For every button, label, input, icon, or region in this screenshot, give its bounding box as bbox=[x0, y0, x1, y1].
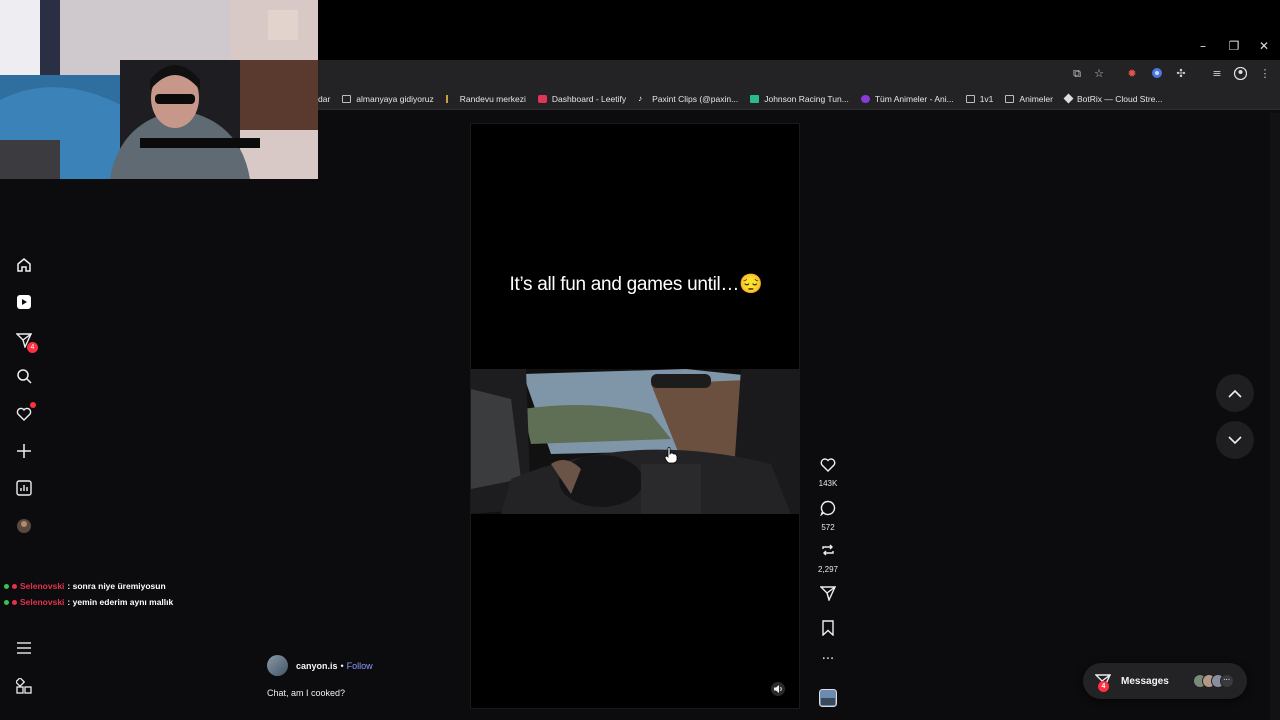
site-icon bbox=[860, 94, 870, 103]
reels-icon[interactable] bbox=[14, 292, 34, 312]
bookmark-item[interactable]: dar bbox=[318, 94, 330, 104]
audio-track-icon[interactable] bbox=[819, 689, 837, 707]
notification-dot bbox=[30, 402, 36, 408]
repost-count: 2,297 bbox=[817, 565, 839, 574]
author-username[interactable]: canyon.is bbox=[296, 661, 338, 671]
messages-label: Messages bbox=[1121, 675, 1169, 687]
extensions-puzzle-icon[interactable]: ✣ bbox=[1174, 67, 1188, 81]
more-menu-icon[interactable] bbox=[14, 638, 34, 658]
author-avatar[interactable] bbox=[267, 655, 288, 676]
repost-action[interactable]: 2,297 bbox=[815, 542, 841, 574]
repost-icon[interactable] bbox=[820, 542, 836, 558]
direct-messages-icon[interactable]: 4 bbox=[14, 330, 38, 353]
media-control-icon[interactable]: ≡ bbox=[1210, 67, 1224, 81]
folder-icon bbox=[342, 94, 352, 103]
more-options-icon[interactable]: ··· bbox=[815, 652, 841, 667]
share-send-icon[interactable] bbox=[819, 585, 838, 603]
home-icon[interactable] bbox=[14, 255, 34, 275]
chat-username: Selenovski bbox=[20, 597, 65, 607]
bookmark-item[interactable]: Tüm Animeler - Ani... bbox=[860, 94, 954, 104]
next-reel-button[interactable] bbox=[1216, 421, 1254, 459]
webcam-image bbox=[0, 0, 318, 179]
folder-icon bbox=[965, 94, 975, 103]
reel-caption: Chat, am I cooked? bbox=[267, 688, 346, 698]
create-plus-icon[interactable] bbox=[14, 441, 34, 461]
like-count: 143K bbox=[818, 479, 838, 488]
chat-badge-icon bbox=[4, 583, 9, 589]
comment-icon[interactable] bbox=[819, 500, 836, 517]
extension-icon[interactable]: ✹ bbox=[1125, 67, 1139, 81]
bookmark-icon[interactable] bbox=[821, 620, 835, 637]
restore-button[interactable]: ❐ bbox=[1224, 36, 1244, 56]
more-avatars-icon: ··· bbox=[1219, 674, 1234, 688]
heart-icon[interactable] bbox=[820, 457, 836, 472]
folder-icon bbox=[1005, 94, 1015, 103]
also-from-meta-icon[interactable] bbox=[14, 676, 34, 696]
chat-badge-icon bbox=[12, 599, 17, 605]
bookmark-item[interactable]: BotRix — Cloud Stre... bbox=[1063, 93, 1162, 104]
reel-player[interactable]: It’s all fun and games until…😔 bbox=[470, 123, 800, 709]
install-app-icon[interactable]: ⧉ bbox=[1070, 67, 1084, 81]
chat-message: Selenovski : yemin ederim aynı mallık bbox=[4, 597, 173, 607]
reel-overlay-text: It’s all fun and games until…😔 bbox=[509, 274, 763, 295]
extension-blue-icon[interactable] bbox=[1150, 67, 1164, 81]
chat-text: : sonra niye üremiyosun bbox=[67, 581, 166, 591]
bookmark-item[interactable]: Animeler bbox=[1005, 94, 1053, 104]
bookmark-item[interactable]: Johnson Racing Tun... bbox=[750, 94, 849, 104]
chat-message: Selenovski : sonra niye üremiyosun bbox=[4, 581, 166, 591]
botrix-icon bbox=[1063, 93, 1074, 104]
page-scrollbar[interactable] bbox=[1270, 113, 1280, 720]
comment-action[interactable]: 572 bbox=[815, 500, 841, 532]
profile-icon[interactable] bbox=[1233, 66, 1247, 81]
chat-badge-icon bbox=[4, 599, 9, 605]
browser-menu-icon[interactable]: ⋮ bbox=[1258, 67, 1272, 81]
tiktok-icon: ♪ bbox=[638, 93, 643, 103]
messages-badge: 4 bbox=[1098, 681, 1109, 692]
previous-reel-button[interactable] bbox=[1216, 374, 1254, 412]
message-avatars: ··· bbox=[1192, 674, 1234, 688]
profile-avatar[interactable] bbox=[14, 516, 34, 536]
leetify-icon bbox=[537, 94, 547, 103]
hand-cursor-icon bbox=[664, 447, 678, 469]
messages-icon: 4 bbox=[1094, 673, 1113, 692]
heart-notifications-icon[interactable] bbox=[14, 402, 36, 424]
bookmark-item[interactable]: almanyaya gidiyoruz bbox=[342, 94, 434, 104]
bookmark-item[interactable]: Dashboard - Leetify bbox=[537, 94, 626, 104]
webcam-overlay bbox=[0, 0, 318, 179]
bookmark-item[interactable]: 1v1 bbox=[965, 94, 993, 104]
chat-badge-icon bbox=[12, 583, 17, 589]
share-action[interactable] bbox=[815, 585, 841, 606]
site-icon bbox=[445, 94, 455, 103]
notification-badge: 4 bbox=[27, 342, 38, 353]
reel-video-frame bbox=[471, 369, 799, 514]
bookmarks-bar: dar almanyaya gidiyoruz Randevu merkezi … bbox=[318, 88, 1280, 110]
bookmark-star-icon[interactable]: ☆ bbox=[1092, 67, 1106, 81]
volume-icon[interactable] bbox=[771, 682, 785, 696]
like-action[interactable]: 143K bbox=[815, 457, 841, 488]
follow-button[interactable]: Follow bbox=[347, 661, 373, 671]
reel-author[interactable]: canyon.is • Follow bbox=[267, 655, 373, 676]
close-button[interactable]: ✕ bbox=[1254, 36, 1274, 56]
site-icon bbox=[750, 94, 760, 103]
bookmark-item[interactable]: Randevu merkezi bbox=[445, 94, 526, 104]
messages-button[interactable]: 4 Messages ··· bbox=[1083, 663, 1247, 699]
chevron-down-icon bbox=[1228, 435, 1242, 444]
search-icon[interactable] bbox=[14, 366, 34, 386]
save-action[interactable] bbox=[815, 620, 841, 641]
dashboard-icon[interactable] bbox=[14, 478, 34, 498]
separator-dot: • bbox=[340, 660, 344, 671]
chevron-up-icon bbox=[1228, 389, 1242, 398]
comment-count: 572 bbox=[821, 523, 835, 532]
minimize-button[interactable]: – bbox=[1193, 36, 1213, 56]
audio-thumbnail[interactable] bbox=[815, 689, 841, 712]
chat-username: Selenovski bbox=[20, 581, 65, 591]
bookmark-item[interactable]: ♪ Paxint Clips (@paxin... bbox=[638, 94, 738, 104]
chat-text: : yemin ederim aynı mallık bbox=[67, 597, 174, 607]
